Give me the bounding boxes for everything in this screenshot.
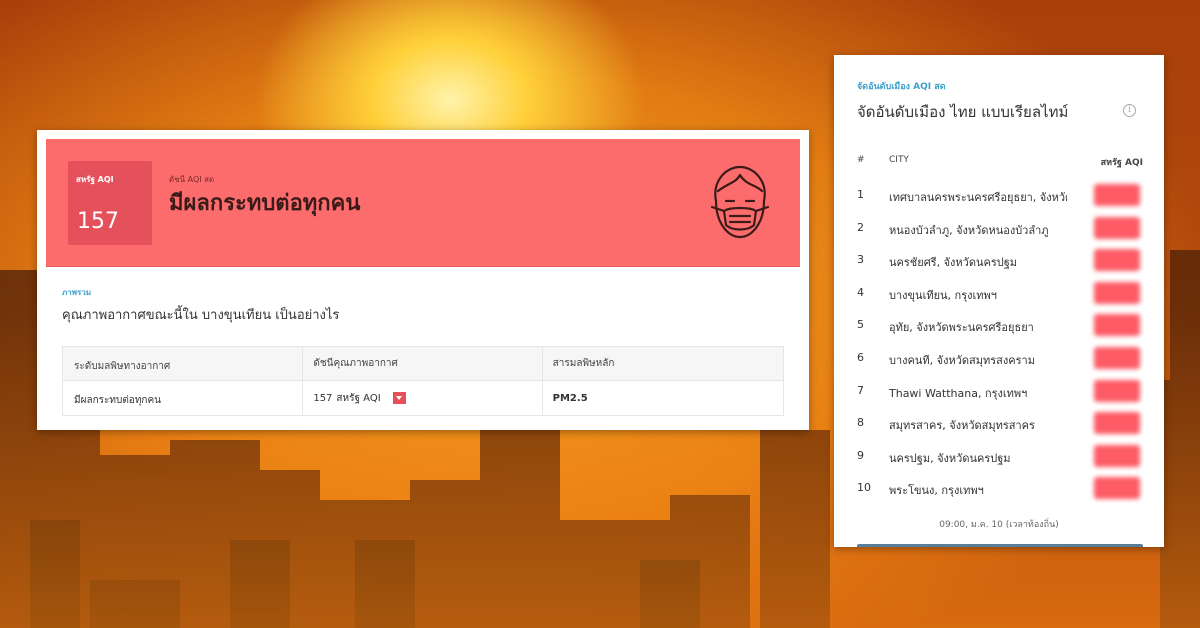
header-rank: # — [857, 155, 865, 165]
ranking-timestamp: 09:00, ม.ค. 10 (เวลาท้องถิ่น) — [939, 520, 1059, 530]
list-item[interactable]: 1 เทศบาลนครพระนครศรีอยุธยา, จังหวัดพระนค… — [857, 184, 1143, 217]
rank-number: 7 — [857, 383, 864, 397]
aqi-badge-blurred — [1094, 281, 1140, 304]
city-name: หนองบัวลำภู, จังหวัดหนองบัวลำภู — [889, 223, 1049, 237]
aqi-value: 157 — [77, 209, 119, 234]
aqi-badge-blurred — [1094, 444, 1140, 467]
rank-number: 4 — [857, 285, 864, 299]
city-name: บางขุนเทียน, กรุงเทพฯ — [889, 288, 997, 302]
table-row: มีผลกระทบต่อทุกคน 157 สหรัฐ AQI PM2.5 — [63, 381, 783, 415]
rank-number: 8 — [857, 416, 864, 430]
city-name: อุทัย, จังหวัดพระนครศรีอยุธยา — [889, 321, 1034, 335]
header-pollution-level: ระดับมลพิษทางอากาศ — [74, 360, 171, 372]
aqi-badge-blurred — [1094, 184, 1140, 206]
header-main-pollutant: สารมลพิษหลัก — [552, 358, 615, 369]
rank-number: 6 — [857, 350, 864, 364]
rank-number: 1 — [857, 188, 864, 201]
list-item[interactable]: 9 นครปฐม, จังหวัดนครปฐม — [857, 444, 1143, 478]
table-header: ระดับมลพิษทางอากาศ ดัชนีคุณภาพอากาศ สารม… — [63, 347, 783, 381]
aqi-badge-blurred — [1094, 412, 1140, 435]
list-item[interactable]: 7 Thawi Watthana, กรุงเทพฯ — [857, 379, 1143, 413]
rank-number: 9 — [857, 448, 864, 462]
aqi-status-text: มีผลกระทบต่อทุกคน — [169, 191, 361, 216]
rank-number: 10 — [857, 481, 871, 495]
aqi-unit-link[interactable]: สหรัฐ AQI — [336, 391, 380, 406]
city-name: สมุทรสาคร, จังหวัดสมุทรสาคร — [889, 419, 1035, 433]
city-name: Thawi Watthana, กรุงเทพฯ — [889, 386, 1028, 400]
aqi-status-banner: สหรัฐ AQI 157 ดัชนี AQI สด มีผลกระทบต่อท… — [46, 139, 800, 267]
city-ranking-card: จัดอันดับเมือง AQI สด จัดอันดับเมือง ไทย… — [834, 55, 1164, 547]
aqi-number: 157 — [313, 392, 333, 404]
air-quality-summary-table: ระดับมลพิษทางอากาศ ดัชนีคุณภาพอากาศ สารม… — [62, 346, 784, 416]
aqi-badge-blurred — [1094, 346, 1140, 369]
face-mask-icon — [710, 165, 770, 239]
aqi-badge-blurred — [1094, 314, 1140, 337]
list-item[interactable]: 3 นครชัยศรี, จังหวัดนครปฐม — [857, 249, 1143, 282]
rank-number: 3 — [857, 253, 864, 267]
list-item[interactable]: 4 บางขุนเทียน, กรุงเทพฯ — [857, 281, 1143, 315]
see-full-ranking-button[interactable] — [857, 544, 1143, 547]
aqi-badge-blurred — [1094, 249, 1140, 272]
overview-question: คุณภาพอากาศขณะนี้ใน บางขุนเทียน เป็นอย่า… — [62, 308, 340, 323]
rank-number: 5 — [857, 318, 864, 332]
city-name: บางคนที, จังหวัดสมุทรสงคราม — [889, 353, 1035, 367]
header-aqi: ดัชนีคุณภาพอากาศ — [313, 358, 398, 369]
header-aqi: สหรัฐ AQI — [1100, 158, 1143, 168]
city-name: เทศบาลนครพระนครศรีอยุธยา, จังหวัดพระนครศ… — [889, 191, 1067, 204]
ranking-subtitle: จัดอันดับเมือง AQI สด — [857, 82, 946, 92]
aqi-badge-blurred — [1094, 216, 1140, 239]
ranking-header: # CITY สหรัฐ AQI — [857, 155, 1143, 169]
list-item[interactable]: 10 พระโขนง, กรุงเทพฯ — [857, 477, 1143, 510]
main-pollutant-value: PM2.5 — [552, 392, 588, 404]
aqi-value-box: สหรัฐ AQI 157 — [68, 161, 152, 245]
aqi-summary-card: สหรัฐ AQI 157 ดัชนี AQI สด มีผลกระทบต่อท… — [37, 130, 809, 430]
ranking-list: 1 เทศบาลนครพระนครศรีอยุธยา, จังหวัดพระนค… — [857, 184, 1143, 510]
list-item[interactable]: 5 อุทัย, จังหวัดพระนครศรีอยุธยา — [857, 314, 1143, 347]
list-item[interactable]: 2 หนองบัวลำภู, จังหวัดหนองบัวลำภู — [857, 216, 1143, 250]
overview-label: ภาพรวม — [62, 288, 92, 297]
ranking-title: จัดอันดับเมือง ไทย แบบเรียลไทม์ — [857, 103, 1069, 121]
aqi-badge-blurred — [1094, 379, 1140, 402]
info-icon[interactable]: i — [1123, 104, 1136, 117]
pollution-level-value: มีผลกระทบต่อทุกคน — [74, 395, 161, 406]
aqi-box-label: สหรัฐ AQI — [76, 175, 114, 184]
header-city: CITY — [889, 155, 909, 165]
city-name: นครชัยศรี, จังหวัดนครปฐม — [889, 256, 1018, 270]
city-name: พระโขนง, กรุงเทพฯ — [889, 484, 984, 498]
list-item[interactable]: 8 สมุทรสาคร, จังหวัดสมุทรสาคร — [857, 412, 1143, 445]
dropdown-arrow-icon[interactable] — [392, 392, 406, 404]
city-name: นครปฐม, จังหวัดนครปฐม — [889, 451, 1011, 465]
list-item[interactable]: 6 บางคนที, จังหวัดสมุทรสงคราม — [857, 346, 1143, 380]
rank-number: 2 — [857, 220, 864, 234]
aqi-badge-blurred — [1094, 477, 1140, 500]
